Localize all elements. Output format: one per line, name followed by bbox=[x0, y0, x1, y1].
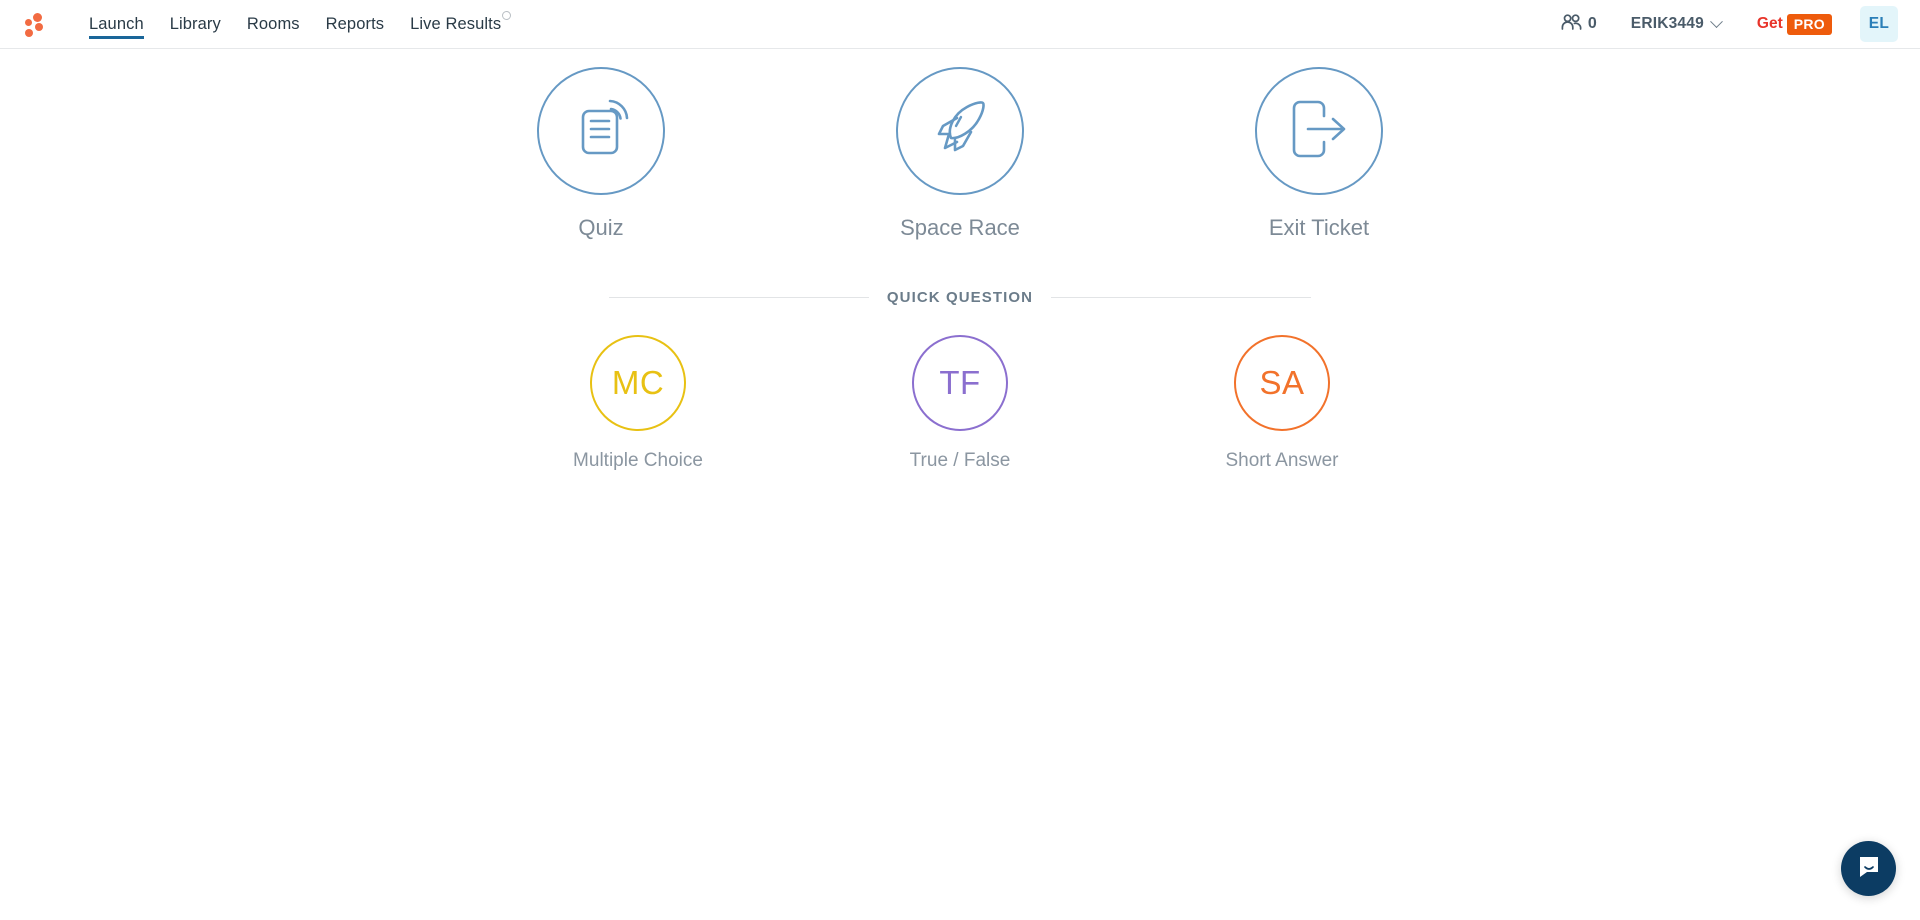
primary-nav: Launch Library Rooms Reports Live Result… bbox=[76, 0, 524, 49]
quick-question-header: QUICK QUESTION bbox=[0, 289, 1920, 306]
activity-quiz-label: Quiz bbox=[578, 215, 624, 240]
activity-exit-ticket[interactable]: Exit Ticket bbox=[1224, 67, 1414, 241]
student-count-value: 0 bbox=[1587, 15, 1597, 32]
true-false-circle[interactable]: TF bbox=[912, 335, 1008, 431]
get-pro-button[interactable]: Get PRO bbox=[1756, 13, 1832, 35]
quick-question-multiple-choice[interactable]: MC Multiple Choice bbox=[551, 335, 726, 472]
navbar-left: Launch Library Rooms Reports Live Result… bbox=[20, 0, 524, 48]
student-count: 0 bbox=[1561, 13, 1597, 35]
short-answer-label: Short Answer bbox=[1225, 450, 1339, 471]
activity-space-race[interactable]: Space Race bbox=[865, 67, 1055, 241]
activity-quiz[interactable]: Quiz bbox=[506, 67, 696, 241]
multiple-choice-circle[interactable]: MC bbox=[590, 335, 686, 431]
quiz-broadcast-icon bbox=[569, 97, 633, 166]
activity-exit-ticket-label: Exit Ticket bbox=[1268, 215, 1370, 240]
activity-space-race-label: Space Race bbox=[900, 215, 1020, 240]
activity-quiz-circle[interactable] bbox=[537, 67, 665, 195]
avatar-initials: EL bbox=[1868, 15, 1890, 32]
activity-exit-ticket-circle[interactable] bbox=[1255, 67, 1383, 195]
quick-question-short-answer[interactable]: SA Short Answer bbox=[1195, 335, 1370, 472]
loading-spinner-icon bbox=[502, 10, 512, 20]
user-menu-button[interactable]: ERIK3449 bbox=[1630, 14, 1723, 33]
navbar-right: 0 ERIK3449 Get PRO EL bbox=[1561, 6, 1898, 42]
nav-item-label: Launch bbox=[89, 14, 144, 33]
logo-dot bbox=[33, 13, 42, 22]
people-icon bbox=[1561, 13, 1588, 35]
nav-item-launch[interactable]: Launch bbox=[76, 0, 157, 49]
nav-item-label: Reports bbox=[325, 14, 385, 33]
socrative-dots-logo[interactable] bbox=[20, 9, 50, 39]
short-answer-circle[interactable]: SA bbox=[1234, 335, 1330, 431]
pro-badge: PRO bbox=[1786, 13, 1832, 35]
quick-question-true-false[interactable]: TF True / False bbox=[873, 335, 1048, 472]
nav-item-reports[interactable]: Reports bbox=[313, 0, 397, 49]
true-false-abbr: TF bbox=[939, 364, 981, 401]
multiple-choice-abbr: MC bbox=[611, 364, 665, 401]
main-content: Quiz Space Race Exit Ticket QUICK QUESTI… bbox=[0, 49, 1920, 472]
chat-bubble-icon bbox=[1856, 853, 1882, 884]
nav-item-label: Live Results bbox=[410, 14, 502, 33]
exit-door-arrow-icon bbox=[1286, 98, 1352, 165]
short-answer-abbr: SA bbox=[1259, 364, 1305, 401]
quick-question-row: MC Multiple Choice TF True / False SA Sh… bbox=[0, 335, 1920, 472]
true-false-label: True / False bbox=[909, 450, 1011, 471]
activity-row: Quiz Space Race Exit Ticket bbox=[0, 67, 1920, 241]
activity-space-race-circle[interactable] bbox=[896, 67, 1024, 195]
nav-item-library[interactable]: Library bbox=[157, 0, 234, 49]
rocket-icon bbox=[927, 96, 993, 167]
get-label: Get bbox=[1756, 15, 1783, 32]
nav-item-label: Library bbox=[169, 14, 221, 33]
chevron-down-icon bbox=[1710, 14, 1723, 28]
divider-line-left bbox=[608, 297, 869, 298]
username-label: ERIK3449 bbox=[1630, 15, 1704, 32]
nav-item-live-results[interactable]: Live Results bbox=[397, 0, 524, 49]
logo-dot bbox=[25, 29, 33, 37]
avatar[interactable]: EL bbox=[1860, 6, 1898, 42]
logo-dot bbox=[25, 19, 32, 26]
nav-item-rooms[interactable]: Rooms bbox=[234, 0, 313, 49]
chat-launcher-button[interactable] bbox=[1841, 841, 1896, 896]
nav-item-label: Rooms bbox=[246, 14, 300, 33]
multiple-choice-label: Multiple Choice bbox=[573, 450, 703, 471]
top-navbar: Launch Library Rooms Reports Live Result… bbox=[0, 0, 1920, 49]
section-title: QUICK QUESTION bbox=[886, 289, 1034, 306]
divider-line-right bbox=[1051, 297, 1312, 298]
logo-dot bbox=[35, 23, 43, 31]
